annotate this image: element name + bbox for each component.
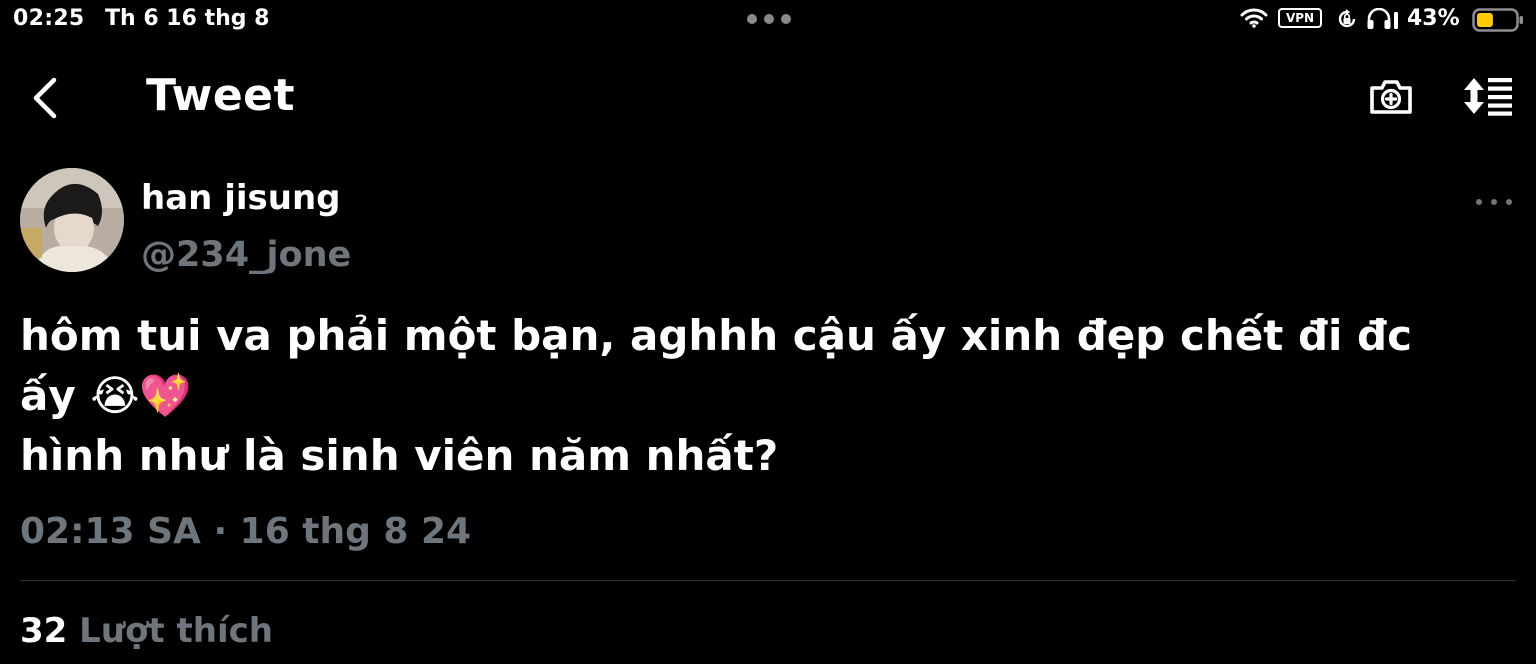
status-time: 02:25 — [13, 6, 85, 31]
likes-stat[interactable]: 32 Lượt thích — [20, 611, 273, 651]
multitasking-dots-icon[interactable] — [747, 14, 791, 26]
tweet-timestamp: 02:13 SA · 16 thg 8 24 — [20, 511, 472, 552]
divider — [20, 580, 1516, 581]
tweet-text-line: hôm tui va phải một bạn, aghhh cậu ấy xi… — [20, 311, 1413, 360]
likes-count: 32 — [20, 611, 68, 651]
headphones-icon — [1367, 8, 1398, 29]
avatar-photo — [20, 168, 124, 272]
status-date: Th 6 16 thg 8 — [105, 6, 270, 31]
battery-percentage: 43% — [1407, 6, 1460, 31]
vpn-badge: VPN — [1278, 8, 1322, 28]
back-chevron-icon[interactable] — [30, 76, 60, 120]
avatar[interactable] — [20, 168, 124, 272]
tweet-text-line: hình như là sinh viên năm nhất? — [20, 431, 779, 480]
sort-lines-icon[interactable] — [1462, 76, 1514, 116]
more-options-icon[interactable] — [1476, 192, 1512, 212]
author-name[interactable]: han jisung — [141, 178, 340, 218]
battery-icon — [1472, 8, 1523, 32]
page-title: Tweet — [146, 70, 296, 121]
camera-plus-icon[interactable] — [1368, 74, 1414, 118]
tweet-text: hôm tui va phải một bạn, aghhh cậu ấy xi… — [20, 306, 1520, 486]
rotation-lock-icon — [1338, 9, 1356, 28]
wifi-icon — [1240, 8, 1268, 28]
status-bar: 02:25 Th 6 16 thg 8 VPN 43% — [0, 0, 1536, 40]
tweet-text-line: ấy 😭💖 — [20, 371, 192, 420]
likes-label: Lượt thích — [79, 611, 273, 651]
author-handle[interactable]: @234_jone — [141, 235, 351, 275]
